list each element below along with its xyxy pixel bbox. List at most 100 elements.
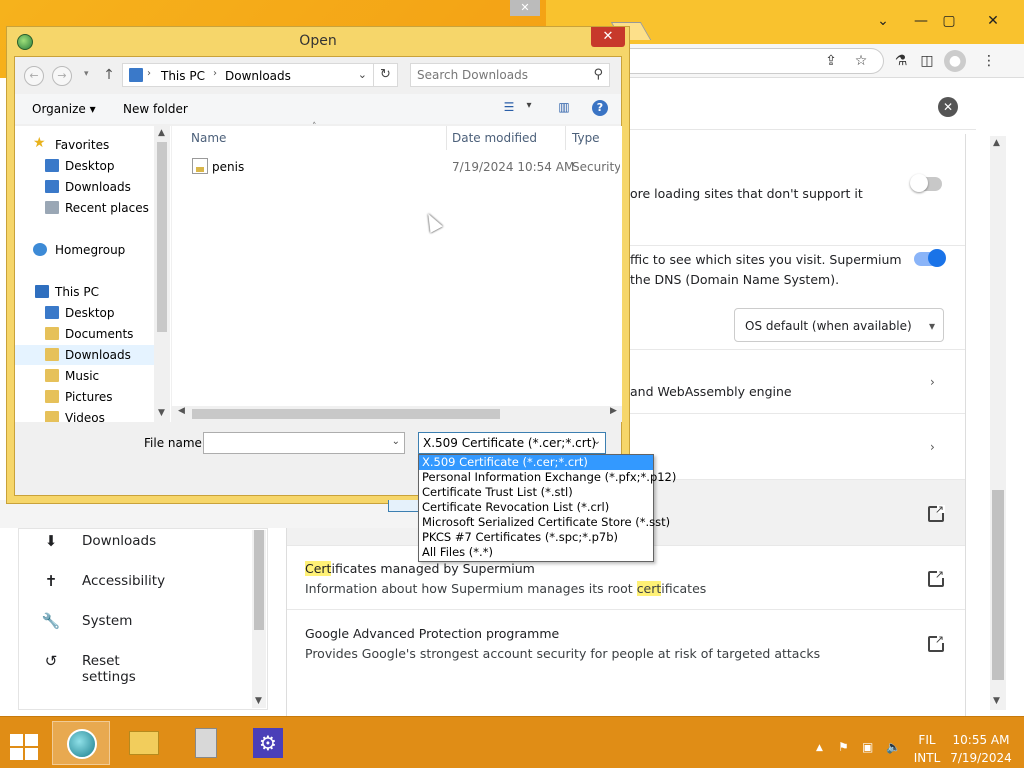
chevron-right-icon[interactable]: › [930,375,935,389]
sidebar-scroll-down-icon[interactable]: ▼ [255,696,262,706]
file-date-cell[interactable]: 7/19/2024 10:54 AM [452,160,574,174]
show-hidden-icons-icon[interactable]: ▲ [816,743,823,753]
certificate-file-icon[interactable] [192,158,208,174]
scroll-right-arrow-icon[interactable]: ▶ [610,406,617,416]
open-external-icon[interactable]: ↗ [928,569,945,587]
clear-search-icon[interactable]: ✕ [938,97,958,117]
tree-fav-desktop[interactable]: Desktop [15,156,155,176]
background-close-button[interactable]: ✕ [510,0,540,16]
scroll-down-arrow-icon[interactable]: ▼ [158,408,165,418]
maximize-button[interactable]: ▢ [938,10,960,32]
tab-search-chevron-icon[interactable]: ⌄ [872,10,894,32]
file-type-cell[interactable]: Security Certificate [572,160,620,174]
file-name-combobox[interactable]: ⌄ [203,432,405,454]
navigation-scrollbar-thumb[interactable] [157,142,167,332]
tree-homegroup[interactable]: Homegroup [15,240,155,260]
volume-muted-icon[interactable]: 🔈 [886,740,901,754]
extensions-icon[interactable]: ⚗ [890,50,912,72]
path-dropdown-icon[interactable]: ⌄ [358,68,367,81]
address-breadcrumb[interactable]: › This PC › Downloads ⌄ ↻ [122,63,398,87]
file-type-option[interactable]: Certificate Trust List (*.stl) [419,485,653,500]
taskbar-control-panel[interactable] [177,721,235,765]
dns-provider-select[interactable]: OS default (when available) ▾ [734,308,944,342]
search-input[interactable] [417,67,587,83]
tree-pc-downloads[interactable]: Downloads [15,345,155,365]
menu-kebab-icon[interactable]: ⋮ [978,50,1000,72]
advanced-protection-row[interactable] [287,610,965,674]
file-list-hscrollbar-thumb[interactable] [192,409,500,419]
file-type-option[interactable]: Certificate Revocation List (*.crl) [419,500,653,515]
file-type-option[interactable]: Personal Information Exchange (*.pfx;*.p… [419,470,676,485]
scroll-down-arrow-icon[interactable]: ▼ [993,696,1000,706]
taskbar-settings[interactable]: ⚙ [239,721,297,765]
clock-time[interactable]: 10:55 AM [946,733,1016,747]
bookmark-star-icon[interactable]: ☆ [850,50,872,72]
action-center-flag-icon[interactable]: ⚑ [838,740,849,754]
taskbar-browser-app[interactable] [52,721,110,765]
network-icon[interactable]: ▣ [862,740,873,754]
settings-search-bar[interactable] [620,86,976,130]
column-divider[interactable] [565,126,566,150]
refresh-icon[interactable]: ↻ [373,64,397,86]
recent-locations-icon[interactable]: ▾ [84,69,89,79]
tree-fav-downloads[interactable]: Downloads [15,177,155,197]
input-language[interactable]: FIL [912,733,942,747]
view-options-dropdown-icon[interactable]: ▾ [520,100,538,116]
file-type-option[interactable]: Microsoft Serialized Certificate Store (… [419,515,670,530]
keyboard-layout[interactable]: INTL [912,751,942,765]
new-folder-button[interactable]: New folder [123,102,188,116]
open-external-icon[interactable]: ↗ [928,634,945,652]
up-folder-button[interactable]: ↑ [100,66,118,84]
start-button[interactable] [10,734,40,762]
minimize-button[interactable]: — [910,10,932,32]
tree-pc-desktop[interactable]: Desktop [15,303,155,323]
search-downloads-field[interactable]: ⚲ [410,63,610,87]
column-header-name[interactable]: Name [191,131,226,145]
page-scrollbar-thumb[interactable] [992,490,1004,680]
file-type-option[interactable]: PKCS #7 Certificates (*.spc;*.p7b) [419,530,653,545]
forward-button[interactable]: → [52,66,72,86]
file-type-option[interactable]: X.509 Certificate (*.cer;*.crt) [419,455,653,470]
sidebar-scrollbar-thumb[interactable] [254,530,264,630]
file-type-option[interactable]: All Files (*.*) [419,545,653,560]
breadcrumb-this-pc[interactable]: This PC [161,69,205,83]
tree-pc-music[interactable]: Music [15,366,155,386]
file-name-input[interactable] [208,435,384,451]
back-button[interactable]: ← [24,66,44,86]
taskbar-file-explorer[interactable] [115,721,173,765]
tree-pc-documents[interactable]: Documents [15,324,155,344]
open-button[interactable] [388,500,420,512]
tree-favorites[interactable]: ★ Favorites [15,135,155,155]
tree-fav-recent-places[interactable]: Recent places [15,198,155,218]
change-view-icon[interactable]: ☰ [500,100,518,116]
tree-pc-videos[interactable]: Videos [15,408,155,422]
scroll-up-arrow-icon[interactable]: ▲ [158,128,165,138]
organize-button[interactable]: Organize ▾ [32,102,96,116]
dialog-close-button[interactable]: ✕ [591,27,625,47]
https-first-toggle[interactable] [910,174,942,192]
column-divider[interactable] [446,126,447,150]
tree-pc-pictures[interactable]: Pictures [15,387,155,407]
dialog-titlebar[interactable]: Open [6,26,630,56]
scroll-up-arrow-icon[interactable]: ▲ [993,138,1000,148]
file-name-cell[interactable]: penis [212,160,244,174]
clock-date[interactable]: 7/19/2024 [946,751,1016,765]
chevron-down-icon[interactable]: ⌄ [593,436,601,447]
preview-pane-icon[interactable]: ▥ [555,100,573,116]
profile-avatar-icon[interactable]: ● [944,50,966,72]
breadcrumb-downloads[interactable]: Downloads [225,69,291,83]
close-window-button[interactable]: ✕ [982,10,1004,32]
help-icon[interactable]: ? [592,100,608,116]
secure-dns-toggle[interactable] [914,249,946,267]
open-external-icon[interactable]: ↗ [928,504,945,522]
chevron-right-icon[interactable]: › [930,440,935,454]
chevron-down-icon[interactable]: ⌄ [392,436,400,447]
tree-this-pc[interactable]: This PC [15,282,155,302]
share-icon[interactable]: ⇪ [820,50,842,72]
column-header-type[interactable]: Type [572,131,600,145]
side-panel-icon[interactable]: ◫ [916,50,938,72]
column-header-date-modified[interactable]: Date modified [452,131,537,145]
file-type-select[interactable]: X.509 Certificate (*.cer;*.crt) ⌄ [418,432,606,454]
scroll-left-arrow-icon[interactable]: ◀ [178,406,185,416]
address-bar[interactable] [624,48,884,74]
